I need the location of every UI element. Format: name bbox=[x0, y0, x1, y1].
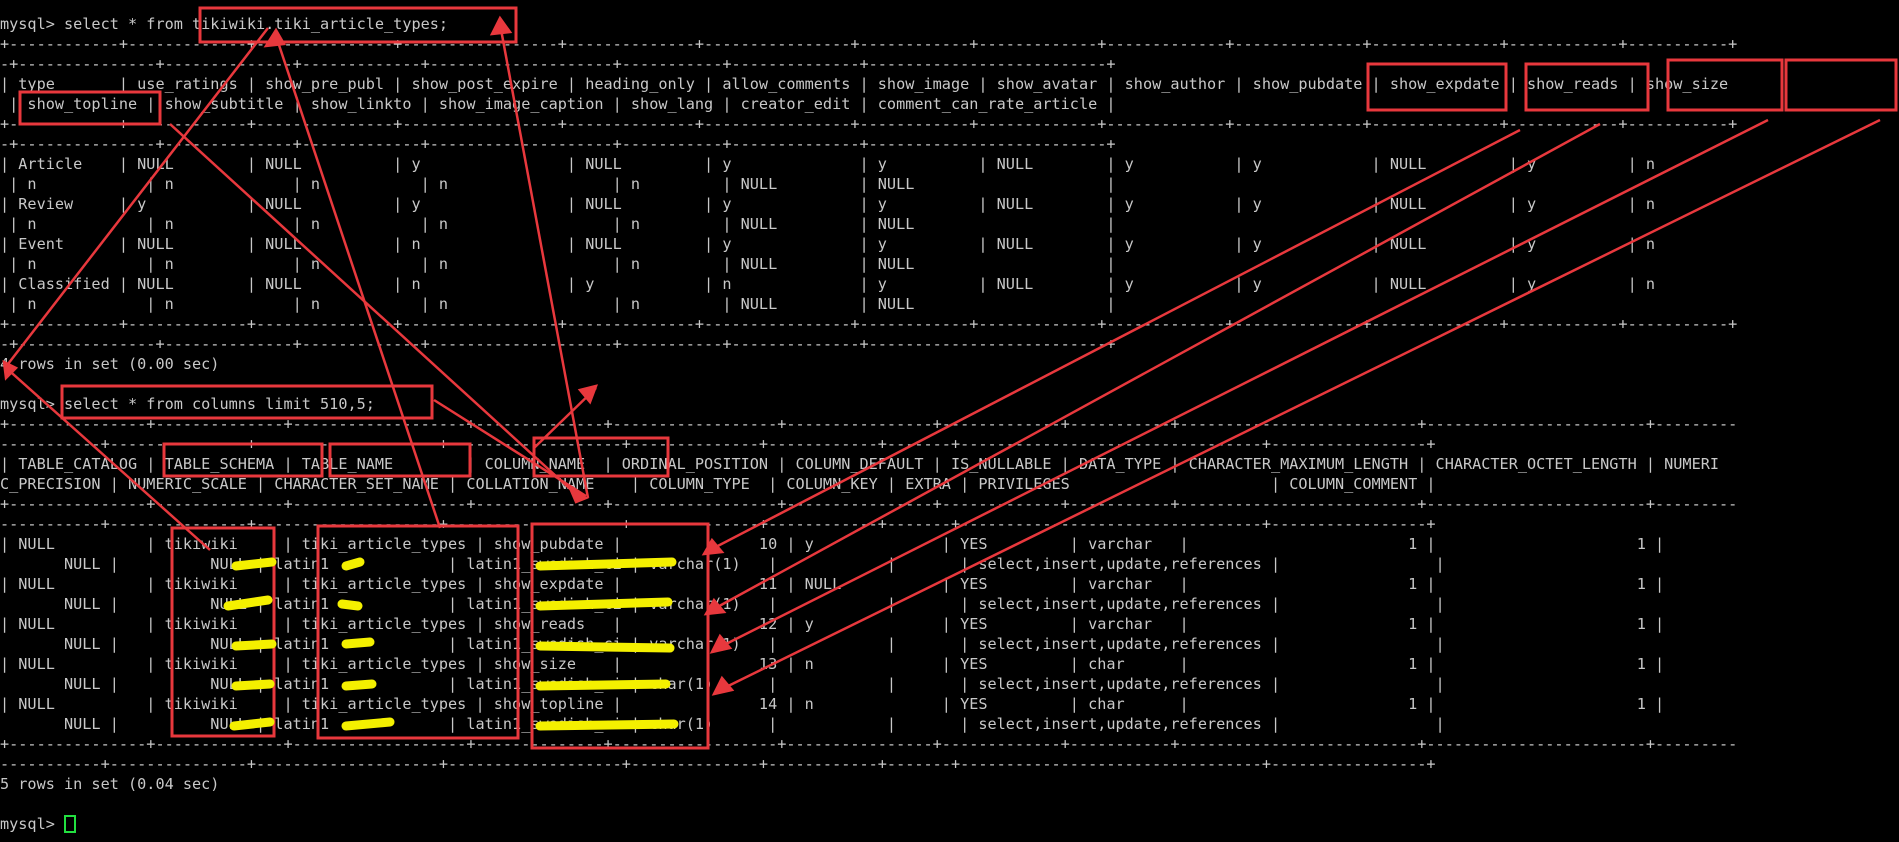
terminal-line: +---------------+--------------+--------… bbox=[0, 495, 1738, 513]
terminal-line: | n | n | n | n | n | NULL | NULL | bbox=[0, 215, 1116, 233]
terminal-line: | n | n | n | n | n | NULL | NULL | bbox=[0, 295, 1116, 313]
terminal-line: +---------------+--------------+--------… bbox=[0, 735, 1738, 753]
terminal-line: -+---------------+--------------+-------… bbox=[0, 55, 1116, 73]
terminal-line: -+---------------+--------------+-------… bbox=[0, 335, 1116, 353]
terminal-line: NULL | NULL | latin1 | latin1_swedish_ci… bbox=[0, 675, 1445, 693]
terminal-line: C_PRECISION | NUMERIC_SCALE | CHARACTER_… bbox=[0, 475, 1436, 493]
terminal-line: | show_topline | show_subtitle | show_li… bbox=[0, 95, 1116, 113]
terminal-line: -+---------------+--------------+-------… bbox=[0, 135, 1116, 153]
terminal-line: | TABLE_CATALOG | TABLE_SCHEMA | TABLE_N… bbox=[0, 455, 1720, 473]
terminal-line: -----------+---------------+------------… bbox=[0, 435, 1436, 453]
text-cursor bbox=[64, 815, 77, 833]
terminal-line: 4 rows in set (0.00 sec) bbox=[0, 355, 220, 373]
terminal-line: +---------------+--------------+--------… bbox=[0, 415, 1738, 433]
terminal-line: | NULL | tikiwiki | tiki_article_types |… bbox=[0, 615, 1665, 633]
terminal-line: | NULL | tikiwiki | tiki_article_types |… bbox=[0, 695, 1665, 713]
terminal-line: | Article | NULL | NULL | y | NULL | y |… bbox=[0, 155, 1655, 173]
terminal-line: NULL | NULL | latin1 | latin1_swedish_ci… bbox=[0, 715, 1445, 733]
terminal-line: | Event | NULL | NULL | n | NULL | y | y… bbox=[0, 235, 1655, 253]
terminal-line: mysql> select * from tikiwiki.tiki_artic… bbox=[0, 15, 449, 33]
terminal-line: mysql> select * from columns limit 510,5… bbox=[0, 395, 375, 413]
terminal-line: | NULL | tikiwiki | tiki_article_types |… bbox=[0, 575, 1665, 593]
terminal-line: | n | n | n | n | n | NULL | NULL | bbox=[0, 255, 1116, 273]
terminal-line: | NULL | tikiwiki | tiki_article_types |… bbox=[0, 655, 1665, 673]
terminal-line: NULL | NULL | latin1 | latin1_swedish_ci… bbox=[0, 555, 1445, 573]
terminal-line: | Review | y | NULL | y | NULL | y | y |… bbox=[0, 195, 1655, 213]
terminal-line: +------------+-------------+------------… bbox=[0, 315, 1738, 333]
terminal-line: +------------+-------------+------------… bbox=[0, 35, 1738, 53]
terminal-output: mysql> select * from tikiwiki.tiki_artic… bbox=[0, 14, 1899, 834]
terminal-line: +------------+-------------+------------… bbox=[0, 115, 1738, 133]
terminal-line: -----------+---------------+------------… bbox=[0, 755, 1436, 773]
terminal-line: | Classified | NULL | NULL | n | y | n |… bbox=[0, 275, 1655, 293]
terminal-line: | NULL | tikiwiki | tiki_article_types |… bbox=[0, 535, 1665, 553]
prompt-line[interactable]: mysql> bbox=[0, 814, 1899, 834]
prompt-label: mysql> bbox=[0, 815, 65, 833]
terminal-line: 5 rows in set (0.04 sec) bbox=[0, 775, 220, 793]
terminal-line: NULL | NULL | latin1 | latin1_swedish_ci… bbox=[0, 595, 1445, 613]
terminal-line: | n | n | n | n | n | NULL | NULL | bbox=[0, 175, 1116, 193]
terminal-line: | type | use_ratings | show_pre_publ | s… bbox=[0, 75, 1729, 93]
terminal-line: NULL | NULL | latin1 | latin1_swedish_ci… bbox=[0, 635, 1445, 653]
terminal-line: -----------+---------------+------------… bbox=[0, 515, 1436, 533]
